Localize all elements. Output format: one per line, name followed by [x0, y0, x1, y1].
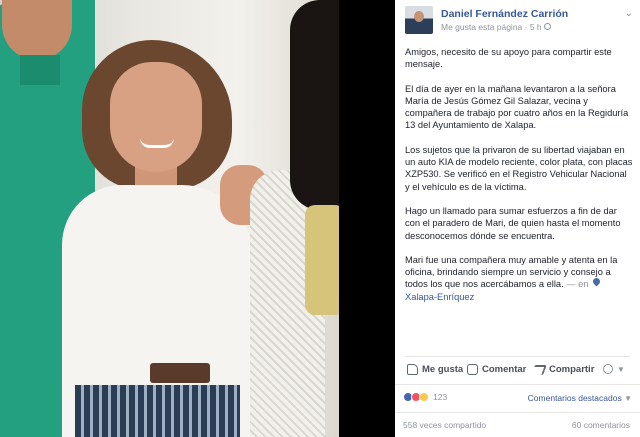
- post-paragraph-last: Mari fue una compañera muy amable y aten…: [405, 254, 633, 303]
- photo-woman-smile: [140, 138, 174, 148]
- facebook-post: Daniel Fernández Carrión Me gusta esta p…: [395, 0, 640, 437]
- divider: [395, 384, 640, 385]
- post-photo[interactable]: [0, 0, 339, 437]
- post-paragraph: Los sujetos que la privaron de su libert…: [405, 144, 633, 192]
- featured-comments-label: Comentarios destacados: [527, 393, 622, 403]
- like-label: Me gusta: [422, 364, 464, 375]
- shares-count[interactable]: 558 veces compartido: [403, 420, 486, 430]
- comments-count[interactable]: 60 comentarios: [572, 420, 630, 430]
- author-avatar[interactable]: [405, 6, 433, 34]
- post-paragraph: Hago un llamado para sumar esfuerzos a f…: [405, 205, 621, 241]
- globe-icon: [603, 364, 613, 374]
- comment-label: Comentar: [482, 364, 527, 375]
- caret-down-icon: ▼: [617, 364, 625, 374]
- photo-person-right: [250, 0, 339, 437]
- photo-woman-face: [110, 62, 202, 172]
- post-header: Daniel Fernández Carrión Me gusta esta p…: [405, 6, 635, 36]
- location-link[interactable]: Xalapa-Enríquez: [405, 292, 474, 302]
- like-page-link[interactable]: Me gusta esta página: [441, 22, 522, 32]
- chevron-down-icon[interactable]: ⌄: [625, 8, 633, 19]
- divider: [405, 356, 630, 357]
- like-button[interactable]: Me gusta: [407, 364, 463, 375]
- featured-comments-dropdown[interactable]: Comentarios destacados ▼: [528, 393, 632, 403]
- photo-woman-belt: [150, 363, 210, 383]
- author-name[interactable]: Daniel Fernández Carrión: [441, 8, 568, 20]
- caret-down-icon: ▼: [624, 394, 632, 403]
- post-paragraph: Amigos, necesito de su apoyo para compar…: [405, 47, 612, 70]
- location-pin-icon: [593, 278, 600, 287]
- meta-separator: ·: [522, 22, 530, 32]
- sad-reaction-icon: [419, 392, 429, 402]
- reactions-summary[interactable]: 123: [403, 392, 447, 402]
- comment-button[interactable]: Comentar: [467, 364, 526, 375]
- audience-selector[interactable]: ▼: [603, 364, 625, 374]
- reactions-count: 123: [433, 392, 448, 402]
- post-meta: Me gusta esta página · 5 h: [441, 22, 552, 32]
- share-label: Compartir: [549, 364, 595, 375]
- action-bar: Me gusta Comentar Compartir ▼: [405, 362, 633, 382]
- share-icon: [531, 364, 547, 375]
- post-paragraph: El día de ayer en la mañana levantaron a…: [405, 83, 629, 131]
- thumbs-up-icon: [407, 364, 418, 375]
- globe-icon: [544, 23, 552, 30]
- post-time[interactable]: 5 h: [530, 22, 542, 32]
- share-button[interactable]: Compartir: [531, 364, 595, 375]
- photo-woman-skirt: [75, 385, 240, 437]
- post-body: Amigos, necesito de su apoyo para compar…: [405, 46, 633, 315]
- divider: [395, 412, 640, 413]
- comment-icon: [467, 364, 478, 375]
- location-prefix: — en: [566, 279, 589, 290]
